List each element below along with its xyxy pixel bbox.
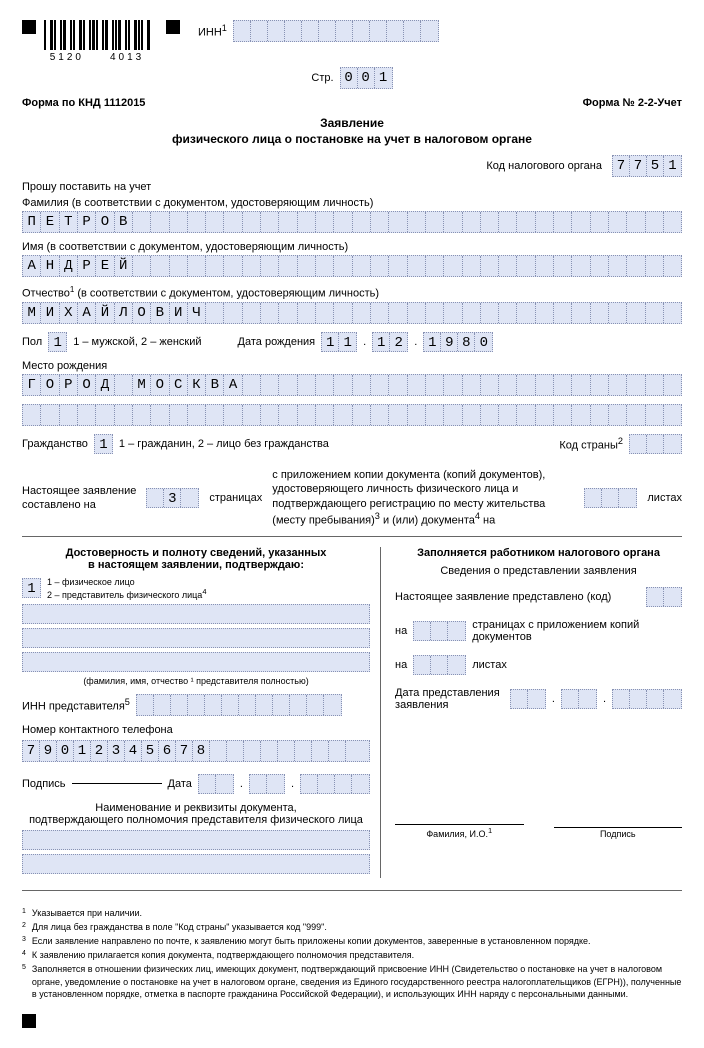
name-label: Имя (в соответствии с документом, удосто… <box>22 241 682 253</box>
barcode-num-right: 4013 <box>110 52 144 63</box>
page-field: 001 <box>340 67 393 89</box>
sign-label: Подпись <box>22 778 66 790</box>
attach-description: с приложением копии документа (копий док… <box>272 468 574 528</box>
dob-label: Дата рождения <box>238 336 316 348</box>
inn-rep-label: ИНН представителя5 <box>22 697 130 713</box>
doc-title: Наименование и реквизиты документа, подт… <box>22 802 370 826</box>
birthplace-label: Место рождения <box>22 360 682 372</box>
rep-fio-1[interactable] <box>22 604 370 624</box>
rep-fio-3[interactable] <box>22 652 370 672</box>
r3-prefix: на <box>395 659 407 671</box>
right-title: Заполняется работником налогового органа <box>395 547 682 559</box>
request-label: Прошу поставить на учет <box>22 181 682 193</box>
country-field[interactable] <box>629 434 682 454</box>
rep-fio-2[interactable] <box>22 628 370 648</box>
r2-field[interactable] <box>413 621 466 641</box>
name-field[interactable]: АНДРЕЙ <box>22 255 682 277</box>
date-label: Дата <box>168 778 192 790</box>
doc-field-1[interactable] <box>22 830 370 850</box>
attach-sheets-field[interactable] <box>584 488 637 508</box>
r2-suffix: страницах с приложением копий документов <box>472 619 682 643</box>
sign-date-y[interactable] <box>300 774 370 794</box>
right-subtitle: Сведения о представлении заявления <box>395 565 682 577</box>
barcode-num-left: 5120 <box>50 52 84 63</box>
inn-field[interactable] <box>233 20 439 42</box>
attach-prefix: Настоящее заявление составлено на <box>22 484 136 513</box>
footnotes: 1Указывается при наличии. 2Для лица без … <box>22 907 682 1000</box>
role-hint: 1 – физическое лицо 2 – представитель фи… <box>47 577 206 600</box>
dob-day-field[interactable]: 11 <box>321 332 357 352</box>
citizenship-label: Гражданство <box>22 438 88 450</box>
country-label: Код страны2 <box>559 436 623 452</box>
birthplace-field-2[interactable] <box>22 404 682 426</box>
left-title: Достоверность и полноту сведений, указан… <box>22 547 370 571</box>
dob-month-field[interactable]: 12 <box>372 332 408 352</box>
doc-field-2[interactable] <box>22 854 370 874</box>
r4-label: Дата представления заявления <box>395 687 500 711</box>
patronymic-label: Отчество1 (в соответствии с документом, … <box>22 285 682 300</box>
attach-pages-label: страницах <box>209 491 262 505</box>
r3-field[interactable] <box>413 655 466 675</box>
off-sign-line[interactable] <box>554 814 682 828</box>
surname-field[interactable]: ПЕТРОВ <box>22 211 682 233</box>
corner-marker-tl2 <box>166 20 180 34</box>
tax-org-label: Код налогового органа <box>486 160 602 172</box>
r4-y[interactable] <box>612 689 682 709</box>
corner-marker-tl <box>22 20 36 34</box>
sex-label: Пол <box>22 336 42 348</box>
phone-field[interactable]: 79012345678 <box>22 740 370 762</box>
citizenship-field[interactable]: 1 <box>94 434 113 454</box>
sex-hint: 1 – мужской, 2 – женский <box>73 336 201 348</box>
attach-pages-field[interactable]: 3 <box>146 488 199 508</box>
document-title: Заявление физического лица о постановке … <box>22 115 682 147</box>
dob-year-field[interactable]: 1980 <box>423 332 493 352</box>
corner-marker-bl <box>22 1014 36 1028</box>
sign-line[interactable] <box>72 783 162 784</box>
r3-suffix: листах <box>472 659 507 671</box>
r1-field[interactable] <box>646 587 682 607</box>
phone-label: Номер контактного телефона <box>22 724 370 736</box>
role-field[interactable]: 1 <box>22 578 41 598</box>
barcode: 5120 4013 <box>44 20 150 63</box>
patronymic-field[interactable]: МИХАЙЛОВИЧ <box>22 302 682 324</box>
form-num-label: Форма № 2-2-Учет <box>583 97 682 109</box>
form-knd-label: Форма по КНД 1112015 <box>22 97 145 109</box>
attach-sheets-label: листах <box>647 491 682 505</box>
off-sign-caption: Подпись <box>554 829 682 839</box>
off-fio-caption: Фамилия, И.О.1 <box>395 826 523 839</box>
sex-field[interactable]: 1 <box>48 332 67 352</box>
sign-date-d[interactable] <box>198 774 234 794</box>
tax-org-field[interactable]: 7751 <box>612 155 682 177</box>
r2-prefix: на <box>395 625 407 637</box>
page-label: Стр. <box>311 72 333 84</box>
sign-date-m[interactable] <box>249 774 285 794</box>
r4-d[interactable] <box>510 689 546 709</box>
inn-label: ИНН1 <box>198 23 227 39</box>
inn-rep-field[interactable] <box>136 694 342 716</box>
r1-label: Настоящее заявление представлено (код) <box>395 591 611 603</box>
surname-label: Фамилия (в соответствии с документом, уд… <box>22 197 682 209</box>
r4-m[interactable] <box>561 689 597 709</box>
off-fio-line[interactable] <box>395 811 523 825</box>
citizenship-hint: 1 – гражданин, 2 – лицо без гражданства <box>119 438 329 450</box>
birthplace-field-1[interactable]: ГОРОД МОСКВА <box>22 374 682 396</box>
fio-caption: (фамилия, имя, отчество ¹ представителя … <box>22 676 370 686</box>
